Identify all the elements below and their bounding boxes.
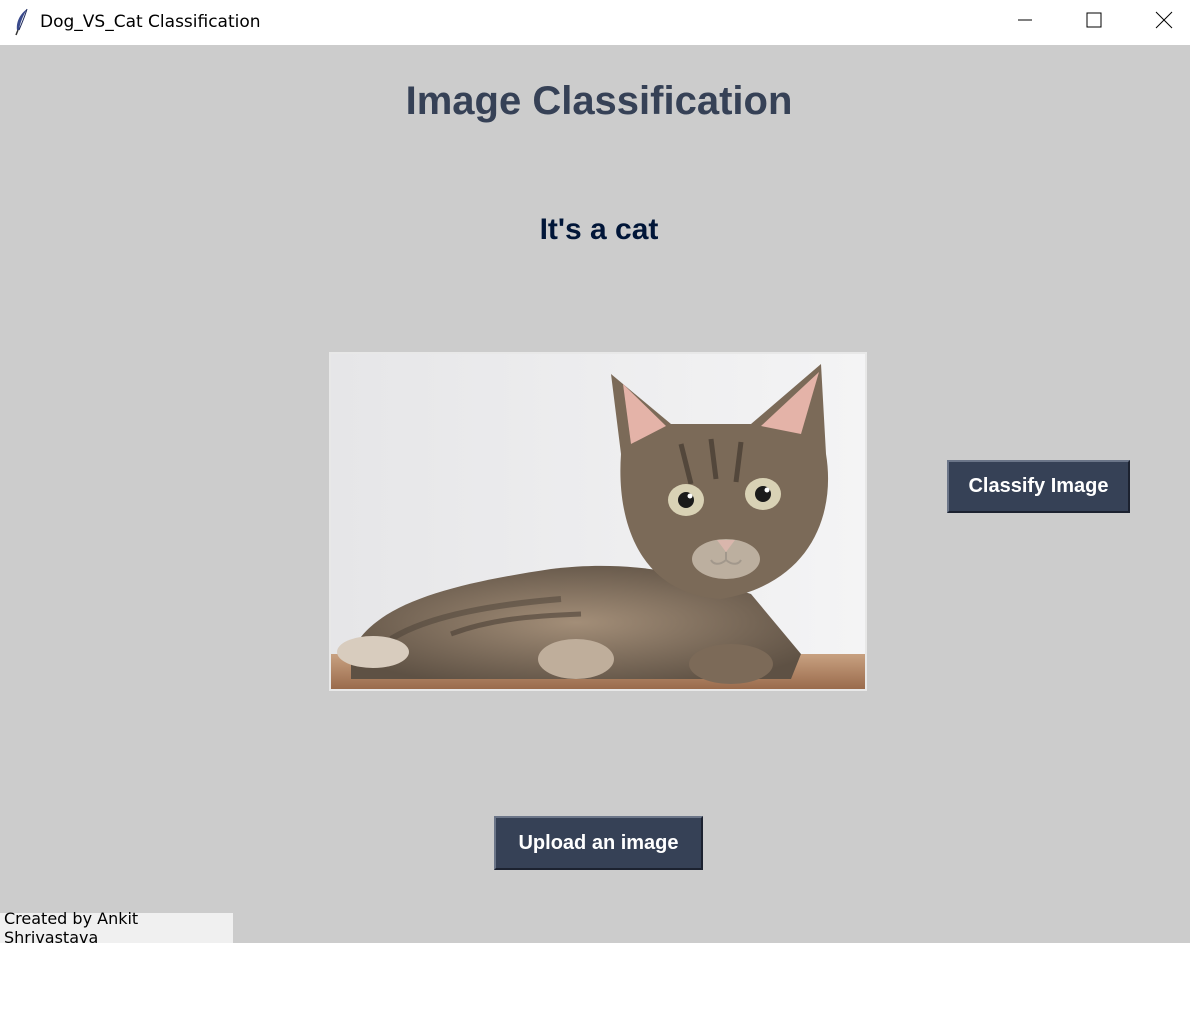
- uploaded-image: [329, 352, 867, 691]
- minimize-icon: [1017, 12, 1033, 33]
- close-icon: [1155, 11, 1173, 34]
- upload-image-button[interactable]: Upload an image: [494, 816, 703, 870]
- cat-photo: [331, 354, 865, 689]
- maximize-icon: [1086, 12, 1102, 33]
- maximize-button[interactable]: [1059, 0, 1129, 45]
- classify-image-button[interactable]: Classify Image: [947, 460, 1130, 513]
- window-title: Dog_VS_Cat Classification: [40, 12, 261, 32]
- page-title: Image Classification: [405, 79, 793, 123]
- credit-label: Created by Ankit Shrivastava: [0, 909, 233, 947]
- app-window: Dog_VS_Cat Classification Image Classifi…: [0, 0, 1190, 947]
- minimize-button[interactable]: [990, 0, 1060, 45]
- feather-icon: [12, 8, 32, 36]
- app-body: Image Classification It's a cat Classify…: [0, 45, 1190, 947]
- classification-result: It's a cat: [539, 213, 659, 246]
- close-button[interactable]: [1129, 0, 1190, 45]
- title-bar[interactable]: Dog_VS_Cat Classification: [0, 0, 1190, 45]
